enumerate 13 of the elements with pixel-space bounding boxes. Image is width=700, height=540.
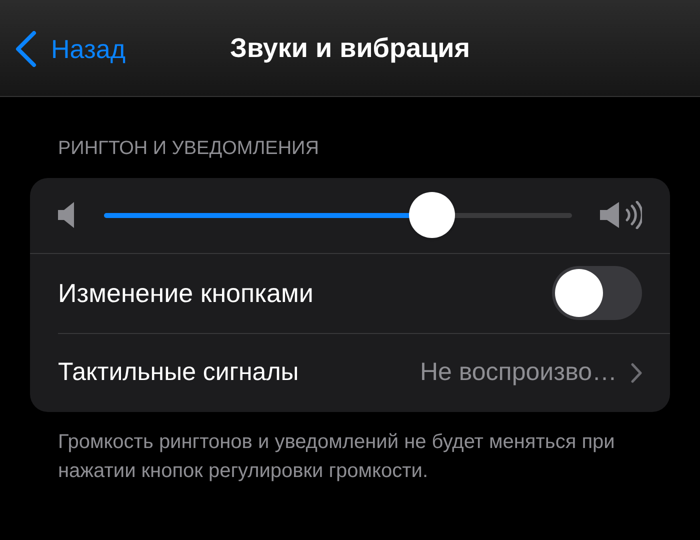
- chevron-icon: [631, 362, 642, 382]
- row-label: Изменение кнопками: [58, 276, 314, 310]
- haptics-row[interactable]: Тактильные сигналы Не воспроизво…: [58, 334, 670, 412]
- footer-note: Громкость рингтонов и уведомлений не будет меняться при нажатии кнопок регулировки громкости.: [57, 430, 616, 484]
- row-label: Тактильные сигналы: [58, 356, 299, 388]
- row-value: Не воспроизво…: [420, 356, 617, 388]
- volume-slider[interactable]: [104, 192, 572, 238]
- section-header: РИНГТОН И УВЕДОМЛЕНИЯ: [57, 137, 320, 161]
- screen-title: Звуки и вибрация: [230, 32, 470, 65]
- loud-speaker-icon: [600, 201, 642, 229]
- back-button[interactable]: Назад: [0, 28, 126, 68]
- back-chevron-icon: [15, 31, 37, 67]
- speaker-icon: [58, 202, 76, 228]
